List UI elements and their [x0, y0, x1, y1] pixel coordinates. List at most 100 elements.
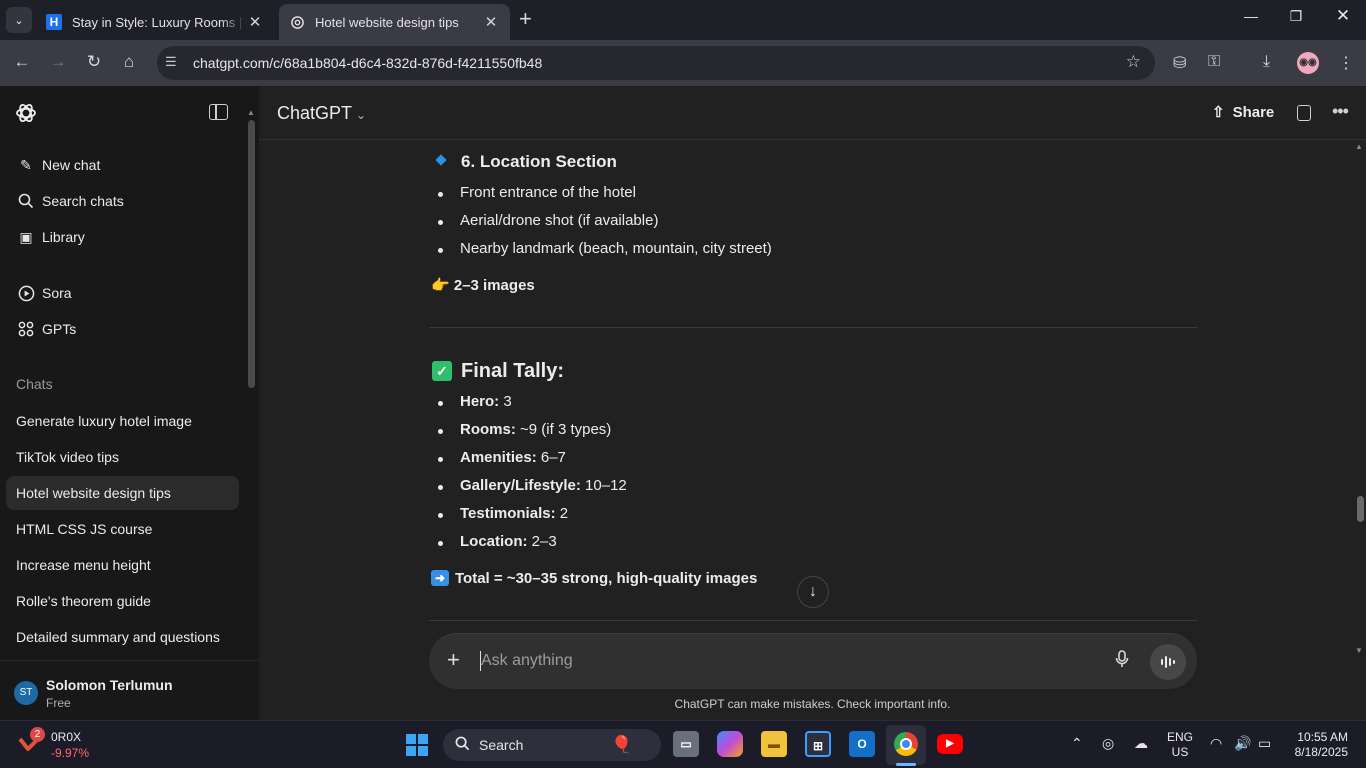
- wifi-icon[interactable]: ◠: [1210, 735, 1222, 752]
- document-icon[interactable]: [1297, 105, 1311, 121]
- reload-icon[interactable]: ↻: [83, 52, 105, 72]
- site-info-icon[interactable]: ☰: [165, 54, 177, 70]
- back-icon[interactable]: ←: [11, 52, 33, 72]
- prompt-input[interactable]: [481, 650, 1061, 672]
- model-name: ChatGPT: [277, 103, 353, 123]
- main-scrollbar[interactable]: [1357, 496, 1364, 522]
- omnibox[interactable]: ☰ chatgpt.com/c/68a1b804-d6c4-832d-876d-…: [157, 46, 1155, 80]
- show-hidden-icons-icon[interactable]: ⌃: [1071, 735, 1083, 752]
- restore-icon[interactable]: ❐: [1273, 8, 1319, 25]
- gpts-button[interactable]: GPTs: [6, 311, 239, 347]
- right-arrow-icon: ➜: [431, 570, 449, 586]
- onedrive-icon[interactable]: ☁: [1134, 735, 1148, 752]
- search-chats-button[interactable]: Search chats: [6, 183, 239, 219]
- tab-title: Stay in Style: Luxury Rooms | Pa: [72, 14, 246, 30]
- chat-item[interactable]: HTML CSS JS course: [6, 512, 239, 546]
- total-text: Total = ~30–35 strong, high-quality imag…: [455, 570, 758, 587]
- windows-start-icon[interactable]: [406, 734, 428, 756]
- incognito-icon[interactable]: ⛁: [1173, 53, 1186, 73]
- tab-title: Hotel website design tips: [315, 14, 459, 30]
- voice-mode-button[interactable]: [1150, 644, 1186, 680]
- home-icon[interactable]: ⌂: [118, 52, 140, 72]
- item-value: 3: [499, 393, 512, 410]
- chrome-icon[interactable]: [894, 732, 918, 756]
- youtube-icon[interactable]: ▶: [937, 734, 963, 754]
- download-icon[interactable]: ⤓: [1263, 53, 1270, 71]
- microphone-icon[interactable]: [1115, 650, 1129, 673]
- main-scroll-up-icon[interactable]: ▲: [1355, 142, 1363, 151]
- location-note: 👉 2–3 images: [431, 276, 535, 294]
- avatar: ST: [14, 681, 38, 705]
- item-key: Hero:: [460, 393, 500, 410]
- volume-icon[interactable]: 🔊: [1234, 735, 1251, 752]
- chat-item[interactable]: Rolle's theorem guide: [6, 584, 239, 618]
- location-heading: 6. Location Section: [431, 152, 617, 172]
- sidebar-scrollbar[interactable]: [248, 120, 255, 388]
- tab-hotel-design-tips[interactable]: Hotel website design tips ✕: [279, 4, 510, 40]
- main-scroll-down-icon[interactable]: ▼: [1355, 646, 1363, 655]
- lang-bottom: US: [1171, 745, 1189, 759]
- nav-label: GPTs: [42, 321, 77, 337]
- nav-label: New chat: [42, 157, 101, 173]
- outlook-icon[interactable]: O: [849, 731, 875, 757]
- copilot-icon[interactable]: [717, 731, 743, 757]
- forward-icon[interactable]: →: [47, 52, 69, 72]
- profile-avatar[interactable]: ◉◉: [1297, 52, 1319, 74]
- clock[interactable]: 10:55 AM 8/18/2025: [1286, 730, 1348, 760]
- add-attachment-icon[interactable]: +: [447, 648, 460, 672]
- divider: [429, 327, 1197, 328]
- taskbar-search[interactable]: Search 🎈: [443, 729, 661, 761]
- grid-icon: [16, 321, 36, 337]
- share-button[interactable]: ⇧ Share: [1212, 103, 1274, 121]
- list-item-text: Front entrance of the hotel: [460, 184, 636, 201]
- total-line: ➜ Total = ~30–35 strong, high-quality ima…: [431, 570, 757, 587]
- chat-item[interactable]: TikTok video tips: [6, 440, 239, 474]
- chat-item[interactable]: Increase menu height: [6, 548, 239, 582]
- task-view-icon[interactable]: ▭: [673, 731, 699, 757]
- browser-menu-icon[interactable]: ⋮: [1338, 53, 1354, 73]
- search-icon: [455, 736, 470, 755]
- tab-search-button[interactable]: ⌄: [6, 7, 32, 33]
- sync-icon[interactable]: ◎: [1102, 735, 1114, 752]
- sidebar-scroll-up-icon[interactable]: ▲: [247, 108, 255, 117]
- close-window-icon[interactable]: ✕: [1320, 6, 1366, 26]
- composer: +: [429, 633, 1197, 689]
- chatgpt-favicon-icon: [289, 14, 305, 30]
- bookmark-star-icon[interactable]: ☆: [1126, 52, 1141, 72]
- check-mark-icon: ✓: [432, 361, 452, 381]
- scroll-to-bottom-button[interactable]: ↓: [797, 576, 829, 608]
- library-icon: ▣: [19, 228, 33, 245]
- file-explorer-icon[interactable]: ▬: [761, 731, 787, 757]
- password-key-icon[interactable]: ⚿: [1208, 53, 1220, 71]
- sora-button[interactable]: Sora: [6, 275, 239, 311]
- language-indicator[interactable]: ENG US: [1167, 730, 1193, 760]
- model-selector[interactable]: ChatGPT ⌄: [277, 103, 366, 124]
- chats-heading: Chats: [16, 376, 53, 392]
- minimize-icon[interactable]: —: [1228, 8, 1274, 24]
- user-name: Solomon Terlumun: [46, 677, 173, 693]
- library-button[interactable]: ▣ Library: [6, 219, 239, 255]
- browser-tab-bar: ⌄ H Stay in Style: Luxury Rooms | Pa ✕ H…: [0, 0, 1366, 40]
- note-text: 2–3 images: [453, 277, 535, 294]
- chat-item-selected[interactable]: Hotel website design tips: [6, 476, 239, 510]
- new-chat-button[interactable]: ✎ New chat: [6, 147, 239, 183]
- list-item-text: Nearby landmark (beach, mountain, city s…: [460, 240, 772, 257]
- microsoft-store-icon[interactable]: ⊞: [805, 731, 831, 757]
- chat-item[interactable]: Generate luxury hotel image: [6, 404, 239, 438]
- chat-item[interactable]: Detailed summary and questions: [6, 620, 239, 654]
- stock-name[interactable]: 0R0X: [51, 730, 81, 744]
- address-toolbar: ← → ↻ ⌂ ☰ chatgpt.com/c/68a1b804-d6c4-83…: [0, 40, 1366, 86]
- new-tab-icon[interactable]: +: [519, 8, 532, 30]
- nav-label: Library: [42, 229, 85, 245]
- more-options-icon[interactable]: •••: [1332, 101, 1349, 122]
- url-text[interactable]: chatgpt.com/c/68a1b804-d6c4-832d-876d-f4…: [193, 55, 542, 71]
- tab-luxury-rooms[interactable]: H Stay in Style: Luxury Rooms | Pa ✕: [36, 4, 274, 40]
- user-account-button[interactable]: ST Solomon Terlumun Free: [0, 660, 259, 720]
- nav-label: Sora: [42, 285, 72, 301]
- toggle-sidebar-icon[interactable]: [209, 104, 228, 120]
- openai-logo-icon[interactable]: [14, 101, 38, 125]
- date: 8/18/2025: [1294, 745, 1348, 759]
- close-tab-icon[interactable]: ✕: [482, 13, 500, 31]
- close-tab-icon[interactable]: ✕: [246, 13, 264, 31]
- battery-icon[interactable]: ▭: [1258, 735, 1271, 752]
